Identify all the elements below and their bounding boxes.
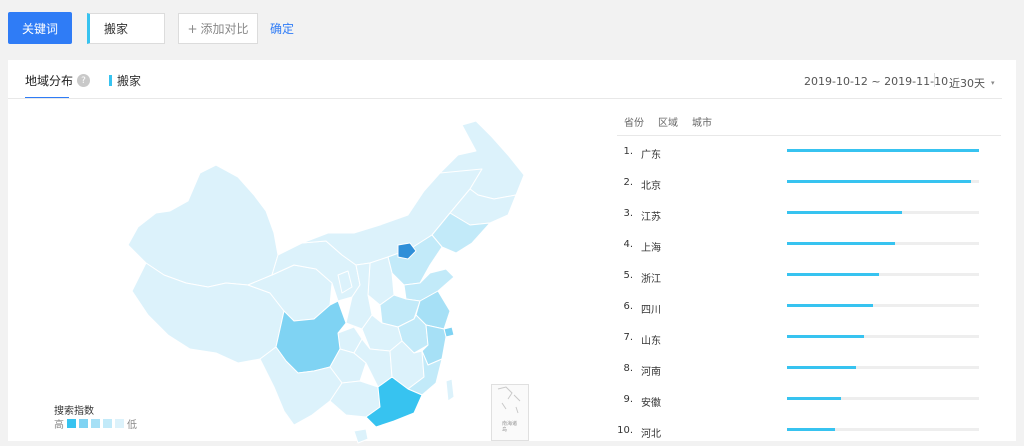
rank-bar-track	[787, 397, 979, 400]
rank-bar-track	[787, 273, 979, 276]
help-icon[interactable]: ?	[77, 74, 91, 87]
tab-region-distribution[interactable]: 地域分布 ?	[25, 72, 91, 89]
keyword-tab-button[interactable]: 关键词	[8, 12, 72, 44]
rank-province-name: 山东	[641, 336, 661, 347]
tab-region-label: 地域分布	[25, 74, 74, 88]
ranking-row: 3. 江苏	[617, 198, 997, 229]
tab-city[interactable]: 城市	[692, 114, 712, 129]
series-label: 搬家	[117, 74, 142, 88]
rank-bar-fill	[787, 335, 864, 338]
rank-number: 8.	[623, 363, 633, 374]
rank-bar-fill	[787, 366, 857, 369]
ranking-row: 2. 北京	[617, 167, 997, 198]
ranking-row: 4. 上海	[617, 229, 997, 260]
rank-bar-track	[787, 304, 979, 307]
rank-bar-track	[787, 242, 979, 245]
legend-scale: 高 低	[54, 416, 137, 431]
rank-bar-track	[787, 366, 979, 369]
rank-number: 2.	[623, 177, 633, 188]
series-legend: 搬家	[109, 72, 141, 89]
rank-bar-fill	[787, 211, 903, 214]
rank-bar-track	[787, 180, 979, 183]
keyword-chip[interactable]: 搬家	[87, 13, 165, 44]
rank-number: 5.	[623, 270, 633, 281]
ranking-row: 6. 四川	[617, 291, 997, 322]
rank-province-name: 广东	[641, 150, 661, 161]
rank-province-name: 浙江	[641, 274, 661, 285]
ranking-row: 8. 河南	[617, 353, 997, 384]
rank-province-name: 河北	[641, 429, 661, 440]
rank-bar-fill	[787, 242, 895, 245]
chevron-down-icon: ▾	[991, 79, 995, 87]
page-scroll-edge	[1016, 60, 1024, 441]
plus-icon: +	[187, 21, 198, 36]
period-label: 近30天	[949, 77, 985, 90]
rank-bar-track	[787, 335, 979, 338]
header-divider	[8, 98, 1002, 99]
legend-swatch	[103, 419, 112, 428]
rank-province-name: 江苏	[641, 212, 661, 223]
ranking-row: 10. 河北	[617, 415, 997, 446]
ranking-row: 9. 安徽	[617, 384, 997, 415]
divider	[934, 73, 935, 87]
rank-bar-fill	[787, 304, 874, 307]
period-dropdown[interactable]: 近30天 ▾	[949, 75, 995, 91]
ranking-row: 5. 浙江	[617, 260, 997, 291]
date-range: 2019-10-12 ~ 2019-11-10	[804, 75, 949, 88]
rank-province-name: 河南	[641, 367, 661, 378]
legend-swatch	[115, 419, 124, 428]
rank-province-name: 四川	[641, 305, 661, 316]
rank-province-name: 安徽	[641, 398, 661, 409]
tab-province[interactable]: 省份	[624, 114, 644, 129]
confirm-link[interactable]: 确定	[270, 20, 294, 37]
region-taiwan	[445, 378, 455, 402]
top-toolbar: 关键词 搬家 + 添加对比 确定	[0, 0, 1024, 60]
legend-swatch	[91, 419, 100, 428]
rank-number: 7.	[623, 332, 633, 343]
ranking-tabs: 省份 区域 城市	[624, 114, 712, 129]
rank-bar-fill	[787, 397, 841, 400]
tab-region[interactable]: 区域	[658, 114, 678, 129]
rank-number: 1.	[623, 146, 633, 157]
legend-swatch	[79, 419, 88, 428]
region-distribution-panel: 地域分布 ? 搬家 2019-10-12 ~ 2019-11-10 近30天 ▾	[8, 60, 1016, 444]
legend-swatch	[67, 419, 76, 428]
rank-number: 9.	[623, 394, 633, 405]
ranking-row: 1. 广东	[617, 136, 997, 167]
inset-label: 南海诸岛	[502, 421, 518, 433]
add-compare-button[interactable]: + 添加对比	[178, 13, 258, 44]
rank-bar-fill	[787, 180, 972, 183]
rank-bar-track	[787, 428, 979, 431]
inset-map	[497, 386, 521, 414]
series-marker	[109, 75, 112, 86]
rank-number: 6.	[623, 301, 633, 312]
legend-high: 高	[54, 420, 64, 431]
rank-bar-fill	[787, 273, 880, 276]
legend-low: 低	[127, 420, 137, 431]
rank-bar-fill	[787, 428, 835, 431]
add-compare-label: 添加对比	[200, 22, 249, 36]
rank-bar-track	[787, 211, 979, 214]
rank-bar-track	[787, 149, 979, 152]
south-china-sea-inset: 南海诸岛	[491, 384, 529, 441]
rank-bar-fill	[787, 149, 979, 152]
rank-province-name: 上海	[641, 243, 661, 254]
rank-number: 10.	[617, 425, 633, 436]
ranking-list: 1. 广东 2. 北京 3. 江苏 4. 上海 5. 浙江 6. 四川 7. 山东 8. 河南 9. 安徽 10. 河…	[617, 136, 997, 446]
rank-province-name: 北京	[641, 181, 661, 192]
ranking-row: 7. 山东	[617, 322, 997, 353]
rank-number: 4.	[623, 239, 633, 250]
rank-number: 3.	[623, 208, 633, 219]
china-map[interactable]	[98, 115, 528, 445]
legend-title: 搜索指数	[54, 406, 94, 417]
